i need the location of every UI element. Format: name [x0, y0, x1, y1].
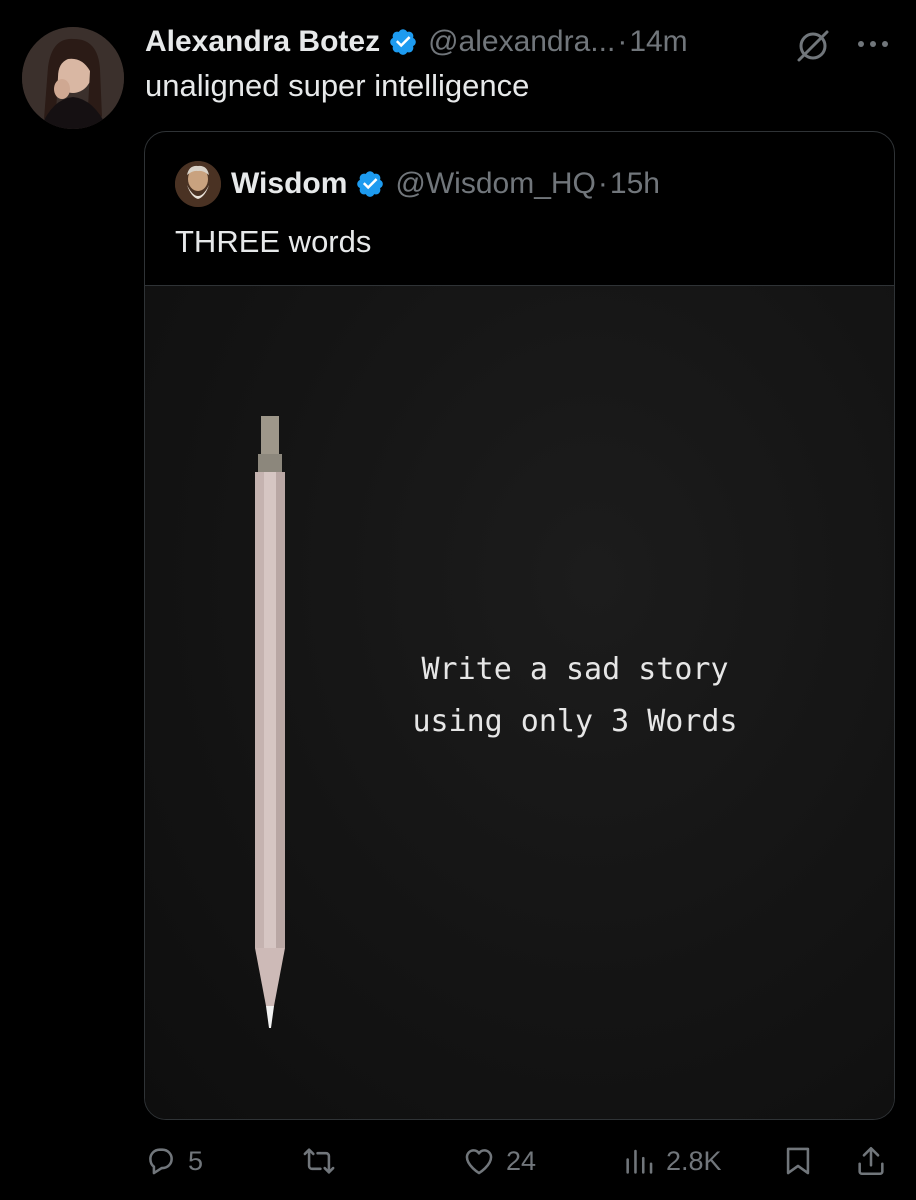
post-header: Alexandra Botez @alexandra... · 14m	[145, 22, 896, 62]
like-button[interactable]: 24	[462, 1138, 536, 1184]
pencil-illustration	[255, 416, 285, 1028]
separator-dot: ·	[617, 25, 628, 58]
reply-count: 5	[188, 1145, 204, 1176]
bookmark-icon	[786, 1147, 810, 1175]
profile-photo-icon	[22, 27, 124, 129]
post-text: unaligned super intelligence	[145, 68, 530, 103]
separator-dot: ·	[597, 167, 608, 200]
verified-badge-icon	[390, 29, 416, 55]
share-icon	[858, 1146, 884, 1176]
verified-badge-icon	[357, 171, 384, 197]
author-avatar[interactable]	[22, 27, 124, 129]
views-icon	[626, 1149, 653, 1174]
quoted-author-name[interactable]: Wisdom	[231, 167, 347, 201]
views-count: 2.8K	[666, 1145, 722, 1176]
more-icon[interactable]	[853, 28, 893, 60]
philosopher-avatar-icon	[175, 161, 221, 207]
grok-icon[interactable]	[795, 28, 831, 64]
post-time[interactable]: 14m	[629, 25, 687, 59]
repost-icon	[303, 1148, 335, 1174]
quoted-author-handle[interactable]: @Wisdom_HQ	[395, 167, 595, 201]
reply-icon	[149, 1148, 173, 1175]
quoted-media-image[interactable]: Write a sad story using only 3 Words	[145, 285, 894, 1119]
action-bar: 5 24 2.8K	[144, 1138, 894, 1184]
reply-button[interactable]: 5	[144, 1138, 203, 1184]
share-button[interactable]	[854, 1138, 888, 1184]
heart-icon	[465, 1149, 493, 1175]
repost-button[interactable]	[302, 1138, 346, 1184]
bookmark-button[interactable]	[781, 1138, 815, 1184]
like-count: 24	[506, 1145, 537, 1176]
quoted-post[interactable]: Wisdom @Wisdom_HQ · 15h THREE words Writ…	[144, 131, 895, 1120]
author-handle[interactable]: @alexandra...	[428, 25, 615, 59]
author-name[interactable]: Alexandra Botez	[145, 25, 380, 59]
quoted-author-avatar	[175, 161, 221, 207]
quoted-time[interactable]: 15h	[610, 167, 660, 201]
views-button[interactable]: 2.8K	[622, 1138, 722, 1184]
quoted-text: THREE words	[175, 224, 372, 259]
media-caption: Write a sad story using only 3 Words	[412, 652, 738, 739]
quoted-header: Wisdom @Wisdom_HQ · 15h	[231, 164, 660, 204]
